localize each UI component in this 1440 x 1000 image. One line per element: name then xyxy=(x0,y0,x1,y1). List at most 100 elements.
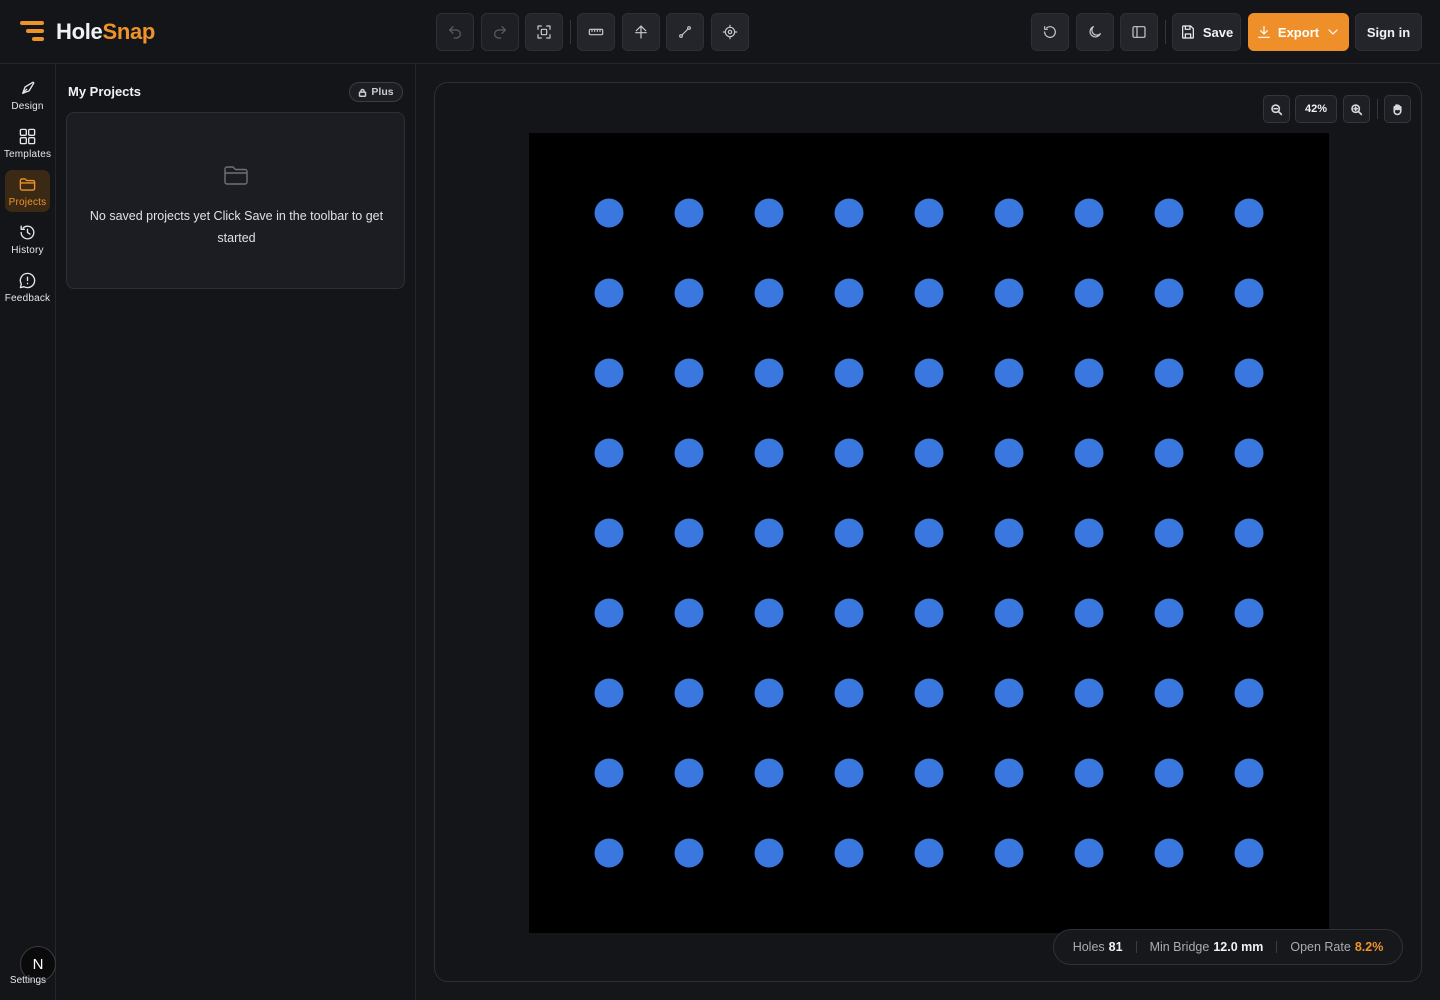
zoom-out-button[interactable] xyxy=(1263,95,1290,123)
rail-item-history[interactable]: History xyxy=(5,218,50,260)
hole[interactable] xyxy=(754,278,784,308)
hole-pattern[interactable] xyxy=(529,133,1329,933)
rail-item-feedback[interactable]: Feedback xyxy=(5,266,50,308)
settings-label[interactable]: Settings xyxy=(0,975,56,986)
zoom-in-button[interactable] xyxy=(1343,95,1370,123)
hole[interactable] xyxy=(1234,198,1264,228)
hole[interactable] xyxy=(674,358,704,388)
fit-to-screen-button[interactable] xyxy=(525,13,563,51)
plus-badge[interactable]: Plus xyxy=(349,82,403,102)
hole[interactable] xyxy=(594,438,624,468)
sign-in-button[interactable]: Sign in xyxy=(1355,13,1422,51)
hole[interactable] xyxy=(834,438,864,468)
hole[interactable] xyxy=(754,198,784,228)
hole[interactable] xyxy=(1234,758,1264,788)
hole[interactable] xyxy=(1234,678,1264,708)
hole[interactable] xyxy=(834,278,864,308)
hole[interactable] xyxy=(1154,838,1184,868)
hole[interactable] xyxy=(674,518,704,548)
hole[interactable] xyxy=(754,358,784,388)
app-logo[interactable]: HoleSnap xyxy=(18,19,155,45)
theme-toggle-button[interactable] xyxy=(1076,13,1114,51)
crosshair-button[interactable] xyxy=(711,13,749,51)
hole[interactable] xyxy=(1074,358,1104,388)
hole[interactable] xyxy=(834,838,864,868)
pan-tool-button[interactable] xyxy=(1384,95,1411,123)
hole[interactable] xyxy=(994,838,1024,868)
hole[interactable] xyxy=(1234,438,1264,468)
hole[interactable] xyxy=(914,438,944,468)
hole[interactable] xyxy=(1154,198,1184,228)
hole[interactable] xyxy=(994,358,1024,388)
hole[interactable] xyxy=(914,198,944,228)
export-button[interactable]: Export xyxy=(1248,13,1349,51)
hole[interactable] xyxy=(1154,358,1184,388)
hole[interactable] xyxy=(1234,278,1264,308)
hole[interactable] xyxy=(674,678,704,708)
hole[interactable] xyxy=(594,678,624,708)
hole[interactable] xyxy=(1074,598,1104,628)
path-button[interactable] xyxy=(666,13,704,51)
hole[interactable] xyxy=(994,598,1024,628)
hole[interactable] xyxy=(754,598,784,628)
hole[interactable] xyxy=(594,358,624,388)
hole[interactable] xyxy=(594,278,624,308)
hole[interactable] xyxy=(1234,838,1264,868)
hole[interactable] xyxy=(1234,598,1264,628)
hole[interactable] xyxy=(754,438,784,468)
align-button[interactable] xyxy=(622,13,660,51)
hole[interactable] xyxy=(1074,518,1104,548)
zoom-level[interactable]: 42% xyxy=(1295,95,1337,123)
panel-toggle-button[interactable] xyxy=(1120,13,1158,51)
hole[interactable] xyxy=(594,758,624,788)
hole[interactable] xyxy=(1154,518,1184,548)
hole[interactable] xyxy=(1074,278,1104,308)
hole[interactable] xyxy=(1154,678,1184,708)
save-button[interactable]: Save xyxy=(1172,13,1241,51)
hole[interactable] xyxy=(674,838,704,868)
hole[interactable] xyxy=(1074,758,1104,788)
hole[interactable] xyxy=(754,758,784,788)
hole[interactable] xyxy=(594,518,624,548)
redo-button[interactable] xyxy=(481,13,519,51)
hole[interactable] xyxy=(914,278,944,308)
design-board[interactable] xyxy=(529,133,1329,933)
hole[interactable] xyxy=(994,678,1024,708)
hole[interactable] xyxy=(914,358,944,388)
hole[interactable] xyxy=(594,598,624,628)
ruler-button[interactable] xyxy=(577,13,615,51)
hole[interactable] xyxy=(994,758,1024,788)
hole[interactable] xyxy=(674,438,704,468)
hole[interactable] xyxy=(594,838,624,868)
hole[interactable] xyxy=(674,278,704,308)
hole[interactable] xyxy=(834,758,864,788)
hole[interactable] xyxy=(594,198,624,228)
hole[interactable] xyxy=(834,598,864,628)
hole[interactable] xyxy=(754,838,784,868)
hole[interactable] xyxy=(914,758,944,788)
hole[interactable] xyxy=(834,518,864,548)
rail-item-projects[interactable]: Projects xyxy=(5,170,50,212)
hole[interactable] xyxy=(834,358,864,388)
hole[interactable] xyxy=(914,518,944,548)
hole[interactable] xyxy=(914,678,944,708)
hole[interactable] xyxy=(1074,438,1104,468)
rail-item-design[interactable]: Design xyxy=(5,74,50,116)
hole[interactable] xyxy=(674,758,704,788)
hole[interactable] xyxy=(1234,358,1264,388)
hole[interactable] xyxy=(994,438,1024,468)
hole[interactable] xyxy=(1074,198,1104,228)
hole[interactable] xyxy=(674,198,704,228)
reset-button[interactable] xyxy=(1031,13,1069,51)
hole[interactable] xyxy=(1234,518,1264,548)
hole[interactable] xyxy=(994,518,1024,548)
hole[interactable] xyxy=(674,598,704,628)
hole[interactable] xyxy=(1154,278,1184,308)
hole[interactable] xyxy=(914,598,944,628)
hole[interactable] xyxy=(994,198,1024,228)
hole[interactable] xyxy=(1074,678,1104,708)
hole[interactable] xyxy=(1154,438,1184,468)
rail-item-templates[interactable]: Templates xyxy=(4,122,51,164)
hole[interactable] xyxy=(994,278,1024,308)
undo-button[interactable] xyxy=(436,13,474,51)
